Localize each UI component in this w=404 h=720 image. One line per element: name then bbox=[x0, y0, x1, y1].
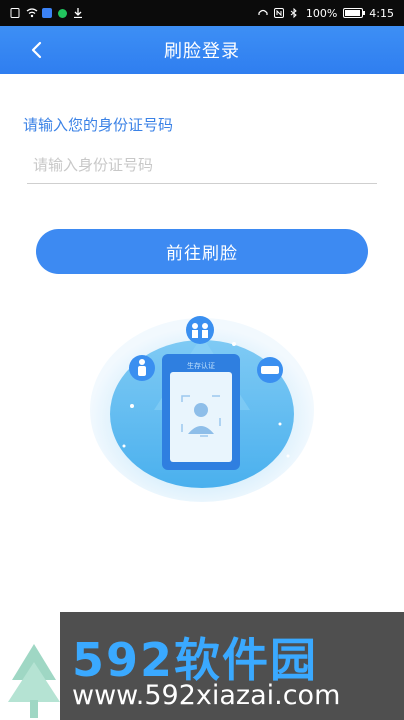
nav-bar: 刷脸登录 bbox=[0, 26, 404, 74]
battery-percent: 100% bbox=[305, 6, 338, 20]
wifi-icon bbox=[26, 8, 38, 18]
watermark-url: www.592xiazai.com bbox=[72, 680, 341, 711]
bluetooth-icon bbox=[290, 7, 300, 19]
page-title: 刷脸登录 bbox=[164, 41, 240, 62]
id-number-input[interactable] bbox=[27, 146, 377, 184]
id-number-label: 请输入您的身份证号码 bbox=[23, 116, 174, 134]
family-icon bbox=[186, 316, 214, 344]
tree-logo bbox=[8, 644, 60, 718]
sim-icon bbox=[10, 8, 20, 18]
chevron-left-icon bbox=[31, 41, 42, 59]
watermark-banner: 592软件园 www.592xiazai.com bbox=[60, 612, 404, 720]
back-button[interactable] bbox=[22, 36, 50, 64]
id-card-icon bbox=[257, 357, 283, 383]
headset-icon bbox=[258, 8, 268, 18]
clock: 4:15 bbox=[369, 6, 394, 20]
battery-icon bbox=[343, 8, 366, 18]
download-icon bbox=[73, 8, 83, 19]
chat-notification-icon bbox=[58, 8, 67, 18]
go-face-recognition-button[interactable]: 前往刷脸 bbox=[36, 229, 368, 274]
face-verification-illustration: 生存认证 bbox=[84, 306, 320, 506]
status-bar: 100% 4:15 bbox=[0, 0, 404, 26]
elderly-icon bbox=[129, 355, 155, 381]
app-notification-icon bbox=[42, 8, 52, 18]
card-title: 生存认证 bbox=[187, 361, 215, 370]
nfc-icon bbox=[273, 8, 284, 18]
